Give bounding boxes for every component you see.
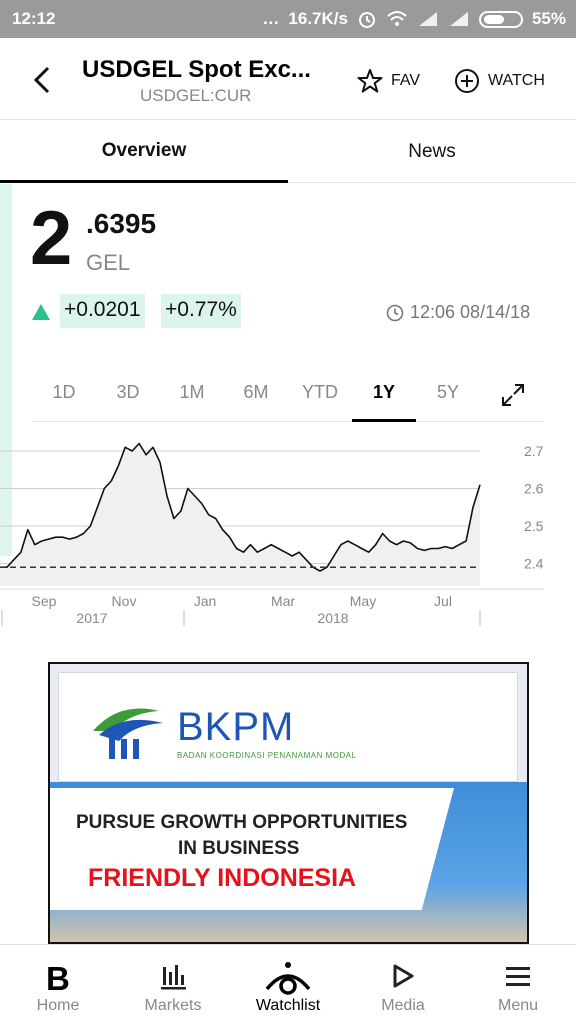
eye-icon [265,962,311,995]
currency-label: GEL [86,250,131,275]
status-bar: 12:12 … 16.7K/s 55% [0,0,576,38]
nav-media[interactable]: Media [345,945,461,1025]
nav-home-label: Home [36,997,80,1014]
ad-headline-3: FRIENDLY INDONESIA [88,864,357,892]
nav-media-label: Media [381,997,425,1014]
wifi-icon [387,11,407,26]
price-integer: 2 [30,196,73,281]
ad-brand: BKPM [177,705,295,749]
ad-header: BKPM BADAN KOORDINASI PENANAMAN MODAL [58,672,518,782]
nav-markets-label: Markets [144,997,202,1014]
nav-watchlist[interactable]: Watchlist [230,945,346,1025]
expand-icon[interactable] [500,382,526,408]
nav-markets[interactable]: Markets [115,945,231,1025]
y-tick-label: 2.6 [524,481,544,497]
menu-icon [506,967,530,986]
nav-watchlist-label: Watchlist [255,997,321,1014]
back-arrow-icon[interactable] [30,62,56,98]
range-6m[interactable]: 6M [226,382,286,403]
up-arrow-icon [32,304,50,320]
x-tick-label: Jul [434,593,452,609]
change-value: +0.0201 [60,294,145,328]
y-tick-label: 2.4 [524,556,544,572]
y-tick-label: 2.5 [524,518,544,534]
svg-text:B: B [46,961,70,993]
ad-headline-2: IN BUSINESS [178,838,300,859]
star-icon [357,69,383,93]
nav-menu[interactable]: Menu [460,945,576,1025]
ad-brand-subtitle: BADAN KOORDINASI PENANAMAN MODAL [177,751,357,760]
range-ytd[interactable]: YTD [290,382,350,403]
year-label: 2017 [76,610,107,626]
x-tick-label: May [350,593,376,609]
battery-percent: 55% [531,9,566,28]
ad-headline-1: PURSUE GROWTH OPPORTUNITIES [76,812,408,833]
status-time: 12:12 [12,9,56,28]
x-tick-label: Jan [194,593,217,609]
nav-menu-label: Menu [497,997,539,1014]
price-decimals: .6395 [86,208,157,239]
ad-banner[interactable]: BKPM BADAN KOORDINASI PENANAMAN MODAL PU… [48,662,529,944]
year-label: 2018 [317,610,348,626]
nav-home[interactable]: B Home [0,945,116,1025]
range-1d[interactable]: 1D [34,382,94,403]
quote-timestamp: 12:06 08/14/18 [386,302,530,323]
alarm-icon [358,12,375,28]
range-1m[interactable]: 1M [162,382,222,403]
battery-icon [478,10,523,28]
play-icon [393,964,414,988]
x-tick-label: Mar [271,593,295,609]
range-1y[interactable]: 1Y [354,382,414,403]
watch-button[interactable]: WATCH [454,68,545,94]
x-tick-label: Nov [112,593,137,609]
timestamp-text: 12:06 08/14/18 [410,302,531,322]
price-chart[interactable]: 2.7 2.6 2.5 2.4 Sep Nov Jan Mar May Jul 2017 2018 [0,436,576,636]
series-area [0,443,480,586]
signal-icon [418,12,437,26]
clock-icon [386,304,404,321]
fav-button[interactable]: FAV [357,68,420,94]
bkpm-logo-icon [93,708,163,759]
bar-chart-icon [161,965,186,990]
plus-circle-icon [455,69,479,93]
tab-news[interactable]: News [288,121,576,183]
change-percent: +0.77% [161,294,241,328]
tab-bar: Overview News [0,121,576,183]
range-3d[interactable]: 3D [98,382,158,403]
selected-range-indicator [352,419,416,422]
watch-label: WATCH [488,72,545,89]
ticker-symbol: USDGEL:CUR [140,86,252,105]
fav-label: FAV [391,72,421,89]
more-dots-icon: … [262,9,280,28]
bottom-nav: B Home Markets Watchlist Media Menu [0,944,576,1024]
range-selector: 1D 3D 1M 6M YTD 1Y 5Y [32,370,544,422]
network-speed: 16.7K/s [288,9,348,28]
range-5y[interactable]: 5Y [418,382,478,403]
app-header: USDGEL Spot Exc... USDGEL:CUR FAV WATCH [0,38,576,120]
signal-icon [449,12,468,26]
y-tick-label: 2.7 [524,443,544,459]
bloomberg-b-icon: B [46,961,70,993]
x-tick-label: Sep [32,593,57,609]
page-title: USDGEL Spot Exc... [82,56,311,83]
tab-overview[interactable]: Overview [0,121,288,183]
